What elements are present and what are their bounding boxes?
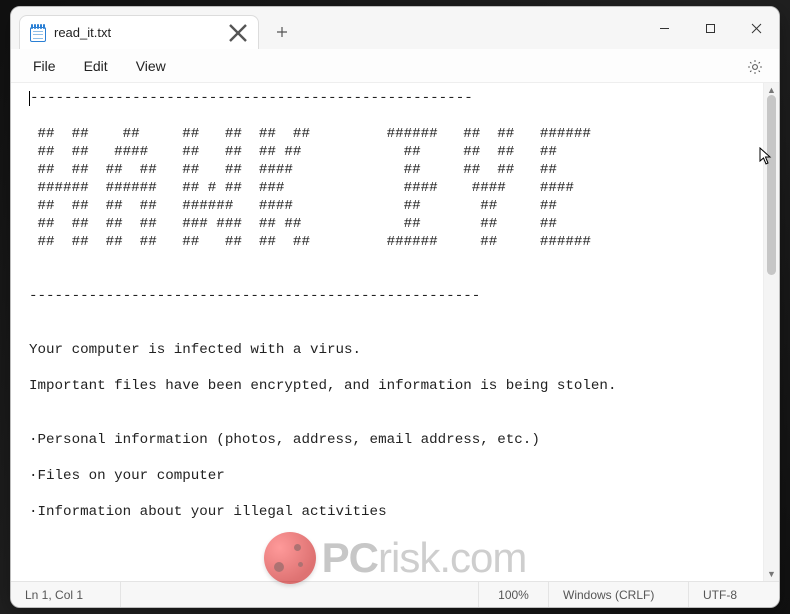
settings-button[interactable]	[741, 53, 769, 81]
text-line: ## ## ## ## ## ## ## ###### ## ## ######	[29, 126, 591, 142]
notepad-icon	[30, 24, 46, 42]
text-line: ## ## #### ## ## ## ## ## ## ## ##	[29, 144, 557, 160]
vertical-scrollbar[interactable]: ▲ ▼	[763, 83, 779, 581]
menu-bar: File Edit View	[11, 49, 779, 83]
status-line-endings: Windows (CRLF)	[549, 582, 689, 607]
status-bar: Ln 1, Col 1 100% Windows (CRLF) UTF-8	[11, 581, 779, 607]
minimize-icon	[659, 23, 670, 34]
text-line: ----------------------------------------…	[29, 288, 480, 304]
close-window-button[interactable]	[733, 7, 779, 49]
new-tab-button[interactable]	[265, 15, 299, 49]
plus-icon	[276, 26, 288, 38]
tab-close-button[interactable]	[228, 23, 248, 43]
menu-edit[interactable]: Edit	[72, 53, 120, 79]
title-bar: read_it.txt	[11, 7, 779, 49]
status-spacer	[121, 582, 479, 607]
text-content[interactable]: ----------------------------------------…	[11, 83, 763, 581]
text-line: Your computer is infected with a virus.	[29, 342, 361, 358]
text-line: ## ## ## ## ## ## ## ## ###### ## ######	[29, 234, 591, 250]
notepad-window: read_it.txt File	[10, 6, 780, 608]
minimize-button[interactable]	[641, 7, 687, 49]
document-tab[interactable]: read_it.txt	[19, 15, 259, 49]
text-line: ·Personal information (photos, address, …	[29, 432, 540, 448]
maximize-icon	[705, 23, 716, 34]
menu-file[interactable]: File	[21, 53, 68, 79]
status-zoom[interactable]: 100%	[479, 582, 549, 607]
scroll-down-arrow[interactable]: ▼	[764, 567, 779, 581]
text-line: ###### ###### ## # ## ### #### #### ####	[29, 180, 574, 196]
text-line: ## ## ## ## ###### #### ## ## ##	[29, 198, 557, 214]
scroll-thumb[interactable]	[767, 95, 776, 275]
window-controls	[641, 7, 779, 49]
close-icon	[228, 23, 248, 43]
text-line: ## ## ## ## ## ## #### ## ## ## ##	[29, 162, 557, 178]
menu-view[interactable]: View	[124, 53, 178, 79]
text-line: ·Files on your computer	[29, 468, 225, 484]
editor-area: ----------------------------------------…	[11, 83, 779, 581]
gear-icon	[746, 58, 764, 76]
close-icon	[751, 23, 762, 34]
text-line: ## ## ## ## ### ### ## ## ## ## ##	[29, 216, 557, 232]
text-line: ·Information about your illegal activiti…	[29, 504, 387, 520]
status-encoding: UTF-8	[689, 582, 779, 607]
status-position: Ln 1, Col 1	[11, 582, 121, 607]
text-line: Important files have been encrypted, and…	[29, 378, 616, 394]
maximize-button[interactable]	[687, 7, 733, 49]
text-line: ----------------------------------------…	[30, 90, 473, 106]
tab-title: read_it.txt	[54, 25, 220, 40]
